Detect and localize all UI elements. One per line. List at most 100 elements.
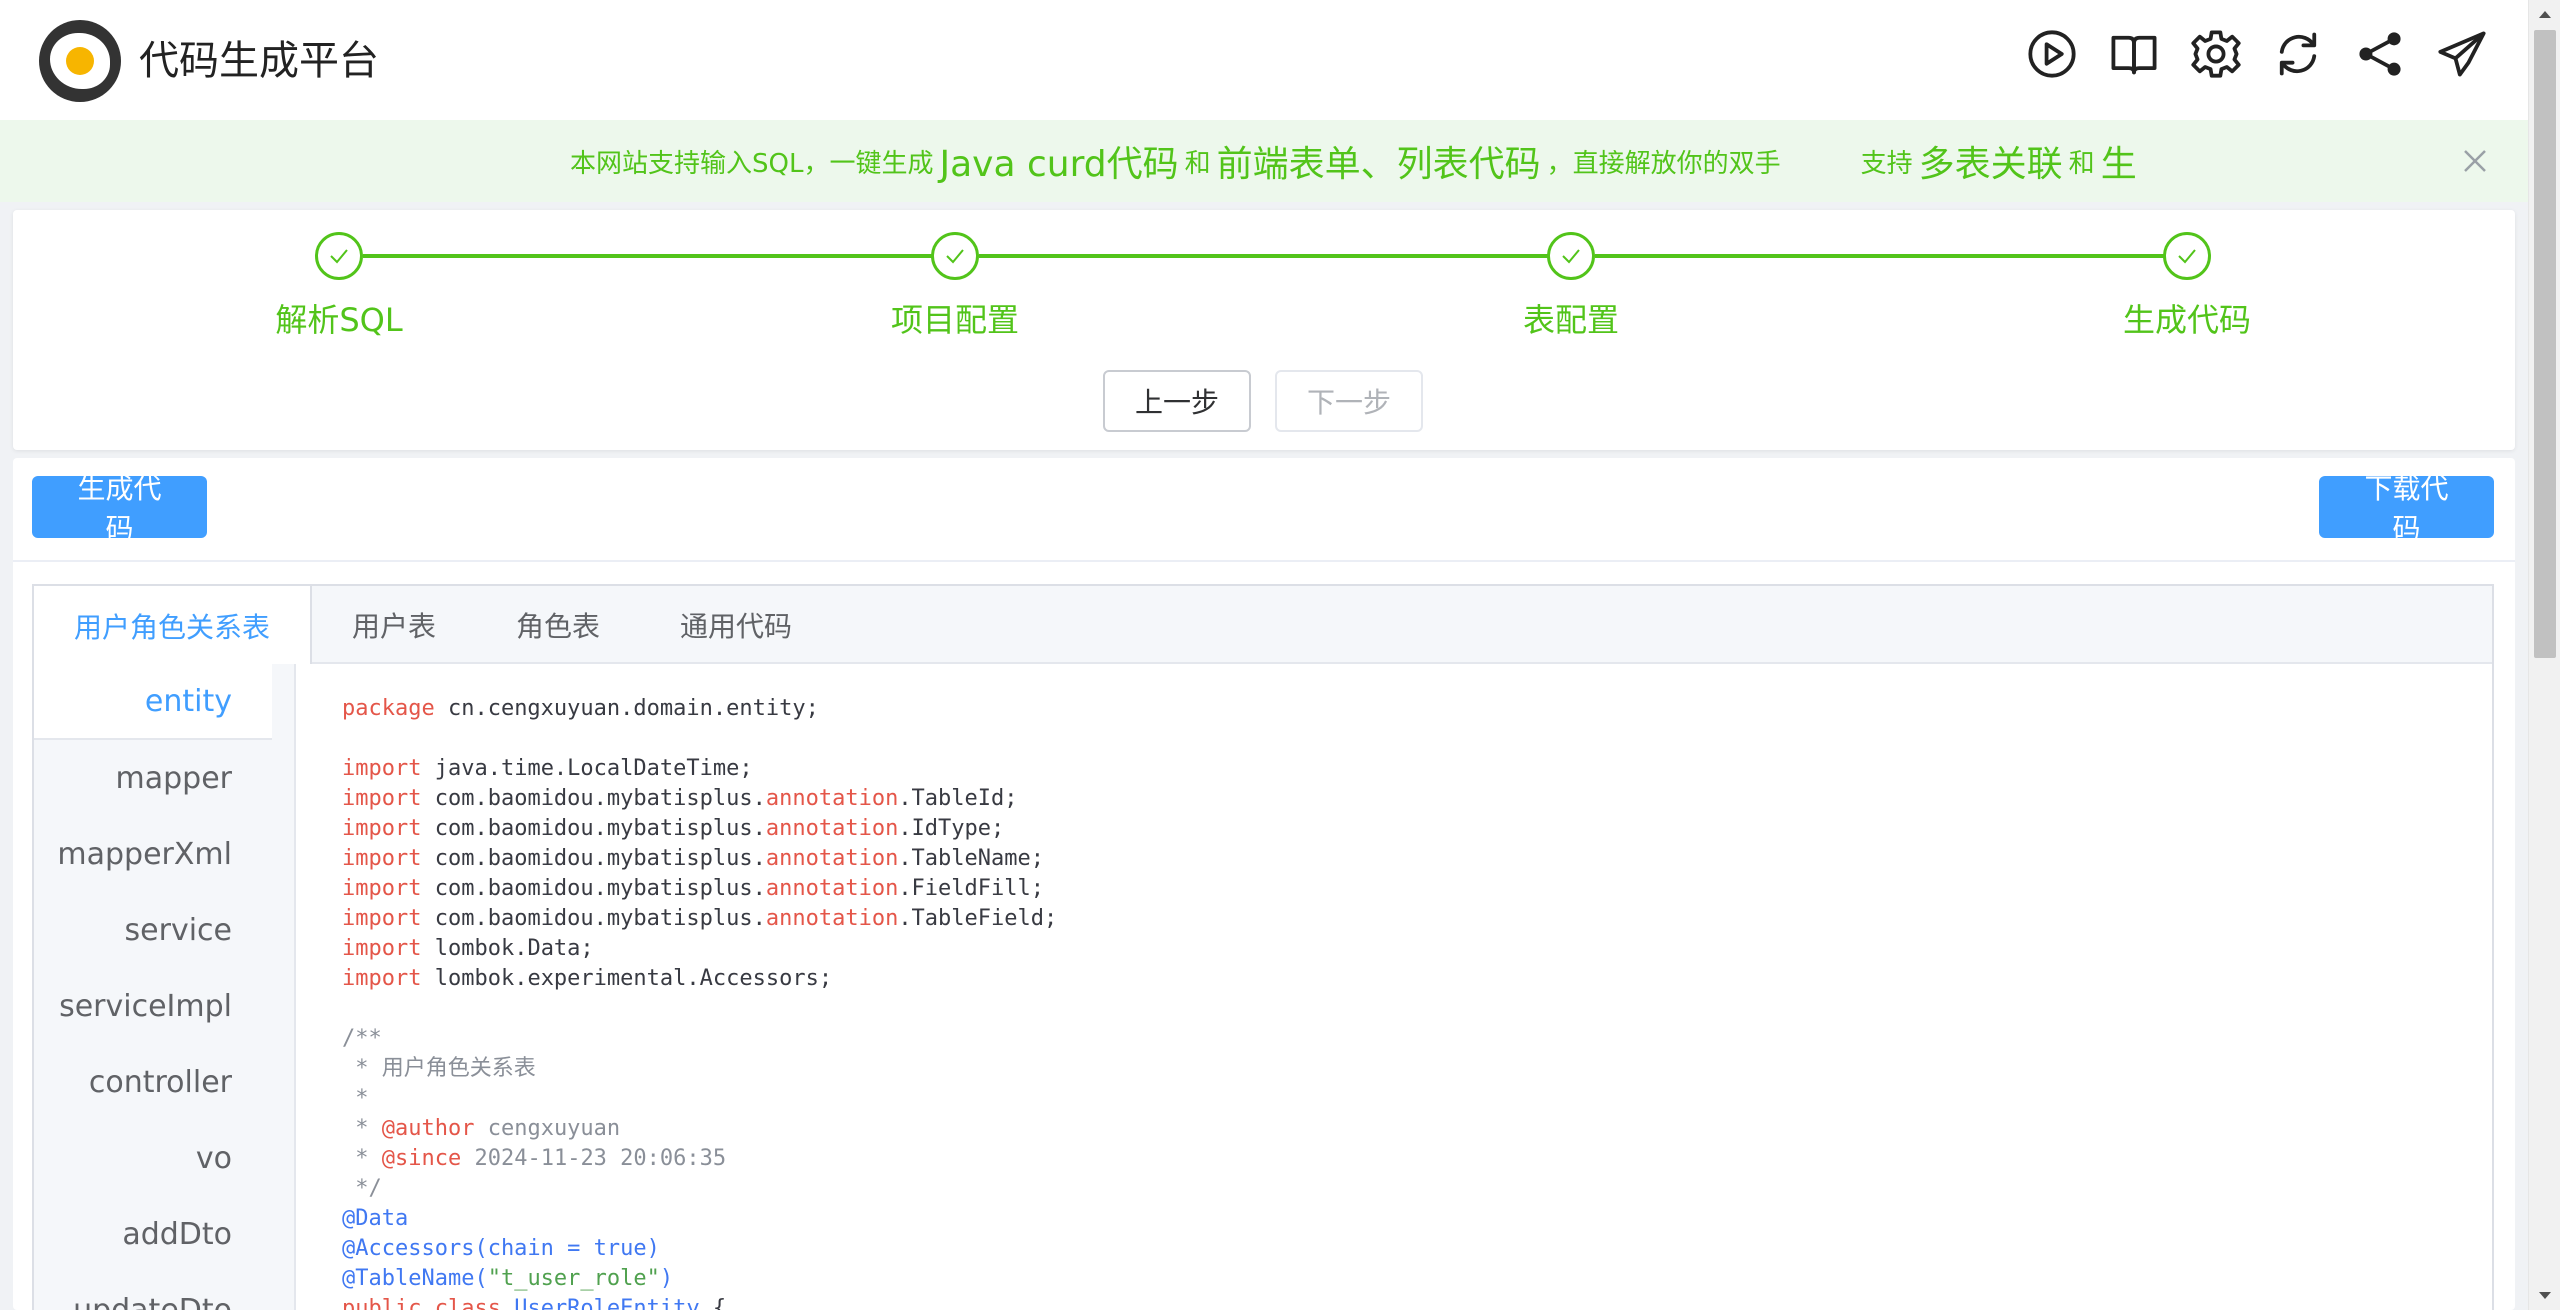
close-icon[interactable] xyxy=(2460,146,2490,176)
code-token: com.baomidou.mybatisplus. xyxy=(421,846,766,871)
code-token: annotation xyxy=(765,906,899,931)
code-token: @Data xyxy=(342,1206,409,1231)
book-icon[interactable] xyxy=(2108,28,2160,80)
logo-egg-yolk xyxy=(66,47,94,75)
code-line: import com.baomidou.mybatisplus.annotati… xyxy=(342,904,1057,934)
code-token: @author xyxy=(381,1116,475,1141)
steps-card: 解析SQL 项目配置 表配置 生成代码 上一步 下一步 xyxy=(13,210,2515,450)
sidebar-item-entity[interactable]: entity xyxy=(34,664,272,740)
code-line: @Accessors(chain = true) xyxy=(342,1234,1057,1264)
table-tabs: 用户角色关系表 用户表 角色表 通用代码 entity mapper mapperXml s… xyxy=(32,584,2494,1310)
play-icon[interactable] xyxy=(2026,28,2078,80)
code-line: */ xyxy=(342,1174,1057,1204)
code-token: .TableField; xyxy=(898,906,1058,931)
step-check-icon xyxy=(2163,232,2211,280)
step-check-icon xyxy=(1547,232,1595,280)
code-viewer[interactable]: package cn.cengxuyuan.domain.entity; imp… xyxy=(296,664,2492,1310)
code-token: */ xyxy=(342,1176,382,1201)
sidebar-item-service[interactable]: service xyxy=(34,892,272,968)
share-icon[interactable] xyxy=(2354,28,2406,80)
code-token: com.baomidou.mybatisplus. xyxy=(421,816,766,841)
code-token: UserRoleEntity xyxy=(514,1296,700,1310)
code-token: java.time.LocalDateTime; xyxy=(421,756,753,781)
divider xyxy=(13,560,2515,562)
code-token: .FieldFill; xyxy=(898,876,1045,901)
tab-0[interactable]: 用户角色关系表 xyxy=(34,586,313,666)
code-line: import java.time.LocalDateTime; xyxy=(342,754,1057,784)
scroll-down-arrow-icon[interactable] xyxy=(2535,1286,2555,1306)
tab-3[interactable]: 通用代码 xyxy=(640,586,832,664)
step-label-generate-code: 生成代码 xyxy=(2122,301,2251,339)
code-token: public class xyxy=(342,1296,501,1310)
egg-logo-icon[interactable] xyxy=(39,20,121,102)
code-line: @TableName("t_user_role") xyxy=(342,1264,1057,1294)
download-code-button[interactable]: 下载代码 xyxy=(2319,472,2494,545)
code-token: * xyxy=(342,1146,382,1171)
code-token: com.baomidou.mybatisplus. xyxy=(421,876,766,901)
step-connector xyxy=(979,254,1559,258)
sidebar-item-updatedto[interactable]: updateDto xyxy=(34,1272,272,1310)
step-check-icon xyxy=(931,232,979,280)
sidebar-item-serviceimpl[interactable]: serviceImpl xyxy=(34,968,272,1044)
code-line: /** xyxy=(342,1024,1057,1054)
next-step-button[interactable]: 下一步 xyxy=(1275,370,1423,432)
code-token: @TableName( xyxy=(342,1266,488,1291)
notice-text: 支持 xyxy=(1860,148,1913,179)
code-token: import xyxy=(342,876,422,901)
code-token: { xyxy=(699,1296,727,1310)
code-line: * @author cengxuyuan xyxy=(342,1114,1057,1144)
code-line: * 用户角色关系表 xyxy=(342,1054,1057,1084)
sidebar-item-mapper[interactable]: mapper xyxy=(34,740,272,816)
sidebar-item-vo[interactable]: vo xyxy=(34,1120,272,1196)
step-label-table-config: 表配置 xyxy=(1522,301,1619,339)
code-token: @since xyxy=(381,1146,462,1171)
code-block: package cn.cengxuyuan.domain.entity; imp… xyxy=(342,694,1057,1310)
scroll-thumb[interactable] xyxy=(2534,30,2556,658)
code-line: import com.baomidou.mybatisplus.annotati… xyxy=(342,784,1057,814)
app-title: 代码生成平台 xyxy=(139,38,379,84)
prev-step-button[interactable]: 上一步 xyxy=(1103,370,1251,432)
tab-1[interactable]: 用户表 xyxy=(312,586,476,664)
code-token: annotation xyxy=(765,846,899,871)
code-line: * @since 2024-11-23 20:06:35 xyxy=(342,1144,1057,1174)
code-token: * xyxy=(342,1086,369,1111)
code-token: com.baomidou.mybatisplus. xyxy=(421,906,766,931)
notice-text: 多表关联 xyxy=(1918,144,2063,185)
code-token: 2024-11-23 20:06:35 xyxy=(461,1146,727,1171)
code-token: import xyxy=(342,906,422,931)
code-line: import com.baomidou.mybatisplus.annotati… xyxy=(342,814,1057,844)
code-token: * xyxy=(342,1116,382,1141)
code-token: import xyxy=(342,786,422,811)
code-line: * xyxy=(342,1084,1057,1114)
step-connector xyxy=(363,254,943,258)
code-result-card: 生成代码 下载代码 用户角色关系表 用户表 角色表 通用代码 entity mapper… xyxy=(13,458,2515,1310)
code-line: import lombok.experimental.Accessors; xyxy=(342,964,1057,994)
sidebar-item-mapperxml[interactable]: mapperXml xyxy=(34,816,272,892)
step-check-icon xyxy=(315,232,363,280)
header-toolbar xyxy=(2026,28,2488,80)
code-token: "t_user_role" xyxy=(487,1266,660,1291)
code-line: import lombok.Data; xyxy=(342,934,1057,964)
page-scrollbar[interactable] xyxy=(2528,0,2560,1310)
sidebar-item-adddto[interactable]: addDto xyxy=(34,1196,272,1272)
code-token: .TableId; xyxy=(898,786,1018,811)
notice-marquee: 本网站支持输入SQL，一键生成 Java curd代码和前端表单、列表代码 ，直接解… xyxy=(570,120,2166,202)
generate-code-button[interactable]: 生成代码 xyxy=(32,472,207,545)
code-token: @Accessors(chain = true) xyxy=(342,1236,660,1261)
notice-bar: 本网站支持输入SQL，一键生成 Java curd代码和前端表单、列表代码 ，直接解… xyxy=(0,120,2528,202)
tab-2[interactable]: 角色表 xyxy=(476,586,640,664)
refresh-icon[interactable] xyxy=(2272,28,2324,80)
notice-text: 本网站支持输入SQL，一键生成 xyxy=(570,148,934,179)
scroll-up-arrow-icon[interactable] xyxy=(2535,4,2555,24)
sidebar-item-controller[interactable]: controller xyxy=(34,1044,272,1120)
send-icon[interactable] xyxy=(2436,28,2488,80)
gear-icon[interactable] xyxy=(2190,28,2242,80)
code-token: /** xyxy=(342,1026,382,1051)
tabs-header: 用户角色关系表 用户表 角色表 通用代码 xyxy=(34,586,2492,666)
code-token: annotation xyxy=(765,816,899,841)
notice-text: Java curd代码 xyxy=(939,144,1179,185)
code-token: com.baomidou.mybatisplus. xyxy=(421,786,766,811)
code-token: import xyxy=(342,846,422,871)
code-token: cengxuyuan xyxy=(474,1116,621,1141)
